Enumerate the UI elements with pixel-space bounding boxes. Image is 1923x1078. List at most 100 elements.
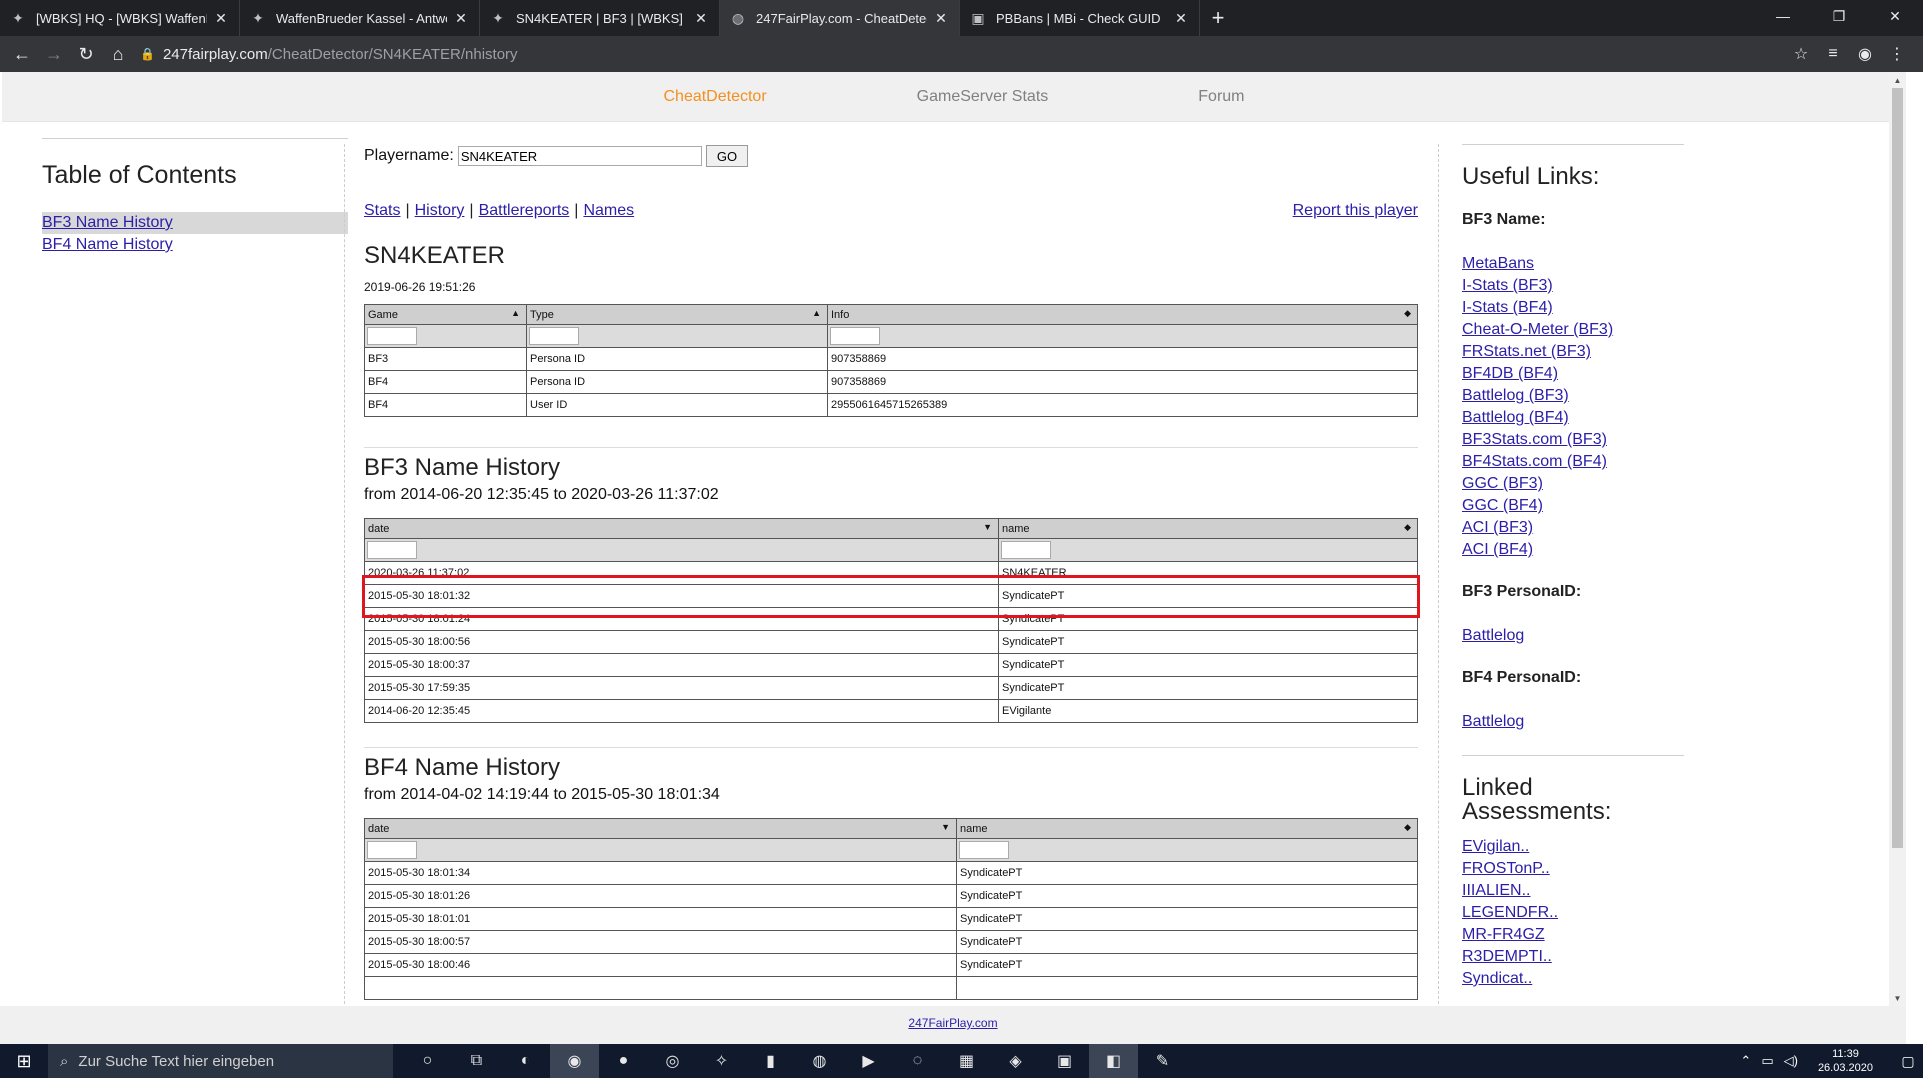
origin-icon[interactable]: ● (599, 1044, 648, 1078)
close-icon[interactable]: ✕ (1173, 10, 1189, 26)
sidebar-link[interactable]: MetaBans (1462, 253, 1684, 275)
scrollbar-thumb[interactable] (1892, 88, 1903, 848)
browser-tab-wbks-hq[interactable]: ✦ [WBKS] HQ - [WBKS] WaffenBrue ✕ (0, 0, 240, 36)
browser-tab-wbks-kassel[interactable]: ✦ WaffenBrueder Kassel - Antwort ✕ (240, 0, 480, 36)
sidebar-link[interactable]: I-Stats (BF4) (1462, 297, 1684, 319)
app-icon[interactable]: ▣ (1040, 1044, 1089, 1078)
column-header-game[interactable]: Game ▲ (364, 304, 527, 325)
sidebar-link[interactable]: I-Stats (BF3) (1462, 275, 1684, 297)
cortana-icon[interactable]: ○ (403, 1044, 452, 1078)
taskbar-search[interactable]: ⌕ Zur Suche Text hier eingeben (48, 1044, 393, 1078)
nav-forum[interactable]: Forum (1198, 88, 1244, 106)
reload-icon[interactable]: ↻ (70, 38, 102, 70)
app-icon[interactable]: ◐ (501, 1044, 550, 1078)
nav-cheatdetector[interactable]: CheatDetector (663, 88, 766, 106)
epic-games-icon[interactable]: ▮ (746, 1044, 795, 1078)
steam-icon[interactable]: ◎ (648, 1044, 697, 1078)
back-icon[interactable]: ← (6, 38, 38, 70)
link-names[interactable]: Names (583, 202, 634, 219)
filter-input-date[interactable] (367, 541, 417, 559)
close-icon[interactable]: ✕ (693, 10, 709, 26)
sidebar-link-bf3-battlelog[interactable]: Battlelog (1462, 625, 1684, 647)
windows-start-icon[interactable]: ⊞ (0, 1044, 48, 1078)
scroll-up-icon[interactable]: ▲ (1889, 72, 1906, 88)
linked-assessment-link[interactable]: FROSTonP.. (1462, 858, 1684, 880)
sidebar-link[interactable]: BF4DB (BF4) (1462, 363, 1684, 385)
filter-input-type[interactable] (529, 327, 579, 345)
menu-icon[interactable]: ⋮ (1881, 38, 1913, 70)
column-header-date[interactable]: date ▼ (364, 518, 999, 539)
profile-avatar-icon[interactable]: ◉ (1849, 38, 1881, 70)
scroll-down-icon[interactable]: ▼ (1889, 990, 1906, 1006)
filter-input-game[interactable] (367, 327, 417, 345)
linked-assessment-link[interactable]: EVigilan.. (1462, 836, 1684, 858)
chevron-up-icon[interactable]: ⌃ (1740, 1053, 1751, 1069)
chrome-icon[interactable]: ◉ (550, 1044, 599, 1078)
sidebar-link[interactable]: GGC (BF3) (1462, 473, 1684, 495)
new-tab-button[interactable]: + (1200, 0, 1236, 36)
restore-icon[interactable]: ❐ (1811, 0, 1867, 32)
filter-input-name[interactable] (959, 841, 1009, 859)
page-scrollbar[interactable]: ▲ ▼ (1889, 72, 1906, 1006)
network-icon[interactable]: ▭ (1761, 1053, 1773, 1069)
app-icon[interactable]: ▦ (942, 1044, 991, 1078)
footer-link[interactable]: 247FairPlay.com (908, 1016, 997, 1030)
browser-tab-sn4keater[interactable]: ✦ SN4KEATER | BF3 | [WBKS] ✕ (480, 0, 720, 36)
app-icon[interactable]: ◍ (795, 1044, 844, 1078)
linked-assessment-link[interactable]: Syndicat.. (1462, 968, 1684, 990)
column-header-info[interactable]: Info ◆ (827, 304, 1418, 325)
toc-link-bf3[interactable]: BF3 Name History (42, 212, 348, 234)
browser-tab-247fairplay[interactable]: ◍ 247FairPlay.com - CheatDetector ✕ (720, 0, 960, 36)
playername-input[interactable] (457, 146, 702, 166)
sidebar-link[interactable]: FRStats.net (BF3) (1462, 341, 1684, 363)
sidebar-link[interactable]: ACI (BF3) (1462, 517, 1684, 539)
toc-link-bf4[interactable]: BF4 Name History (42, 234, 348, 256)
forward-icon[interactable]: → (38, 38, 70, 70)
column-header-name[interactable]: name ◆ (956, 818, 1418, 839)
sidebar-link[interactable]: Cheat-O-Meter (BF3) (1462, 319, 1684, 341)
notification-icon[interactable]: ▢ (1893, 1053, 1923, 1070)
column-header-date[interactable]: date ▼ (364, 818, 957, 839)
link-stats[interactable]: Stats (364, 202, 400, 219)
linked-assessment-link[interactable]: IIIALIEN.. (1462, 880, 1684, 902)
sidebar-link[interactable]: Battlelog (BF4) (1462, 407, 1684, 429)
close-icon[interactable]: ✕ (213, 10, 229, 26)
bookmark-star-icon[interactable]: ☆ (1785, 38, 1817, 70)
browser-tab-pbbans[interactable]: ▣ PBBans | MBi - Check GUID ✕ (960, 0, 1200, 36)
go-button[interactable]: GO (705, 145, 749, 167)
close-icon[interactable]: ✕ (933, 10, 949, 26)
task-view-icon[interactable]: ⧉ (452, 1044, 501, 1078)
filter-input-date[interactable] (367, 841, 417, 859)
app-icon[interactable]: ◈ (991, 1044, 1040, 1078)
app-icon[interactable]: ◧ (1089, 1044, 1138, 1078)
battlenet-icon[interactable]: ✧ (697, 1044, 746, 1078)
volume-icon[interactable]: ◁) (1784, 1053, 1798, 1069)
linked-assessment-link[interactable]: R3DEMPTI.. (1462, 946, 1684, 968)
sidebar-link[interactable]: BF4Stats.com (BF4) (1462, 451, 1684, 473)
sidebar-link[interactable]: BF3Stats.com (BF3) (1462, 429, 1684, 451)
sidebar-link-bf4-battlelog[interactable]: Battlelog (1462, 711, 1684, 733)
minimize-icon[interactable]: — (1755, 0, 1811, 32)
sidebar-link[interactable]: GGC (BF4) (1462, 495, 1684, 517)
app-icon[interactable]: ◌ (893, 1044, 942, 1078)
taskbar-clock[interactable]: 11:39 26.03.2020 (1818, 1047, 1873, 1075)
sidebar-link[interactable]: Battlelog (BF3) (1462, 385, 1684, 407)
link-history[interactable]: History (415, 202, 465, 219)
filter-input-info[interactable] (830, 327, 880, 345)
close-icon[interactable]: ✕ (453, 10, 469, 26)
nvidia-icon[interactable]: ▶ (844, 1044, 893, 1078)
media-icon[interactable]: ≡ (1817, 38, 1849, 70)
app-icon[interactable]: ✎ (1138, 1044, 1187, 1078)
link-battlereports[interactable]: Battlereports (479, 202, 570, 219)
filter-input-name[interactable] (1001, 541, 1051, 559)
linked-assessment-link[interactable]: LEGENDFR.. (1462, 902, 1684, 924)
home-icon[interactable]: ⌂ (102, 38, 134, 70)
sidebar-link[interactable]: ACI (BF4) (1462, 539, 1684, 561)
report-player-link[interactable]: Report this player (1293, 202, 1418, 220)
column-header-type[interactable]: Type ▲ (526, 304, 828, 325)
column-header-name[interactable]: name ◆ (998, 518, 1418, 539)
url-field[interactable]: 🔒 247fairplay.com/CheatDetector/SN4KEATE… (140, 46, 518, 63)
linked-assessment-link[interactable]: MR-FR4GZ (1462, 924, 1684, 946)
close-window-icon[interactable]: ✕ (1867, 0, 1923, 32)
nav-gameserver-stats[interactable]: GameServer Stats (917, 88, 1049, 106)
